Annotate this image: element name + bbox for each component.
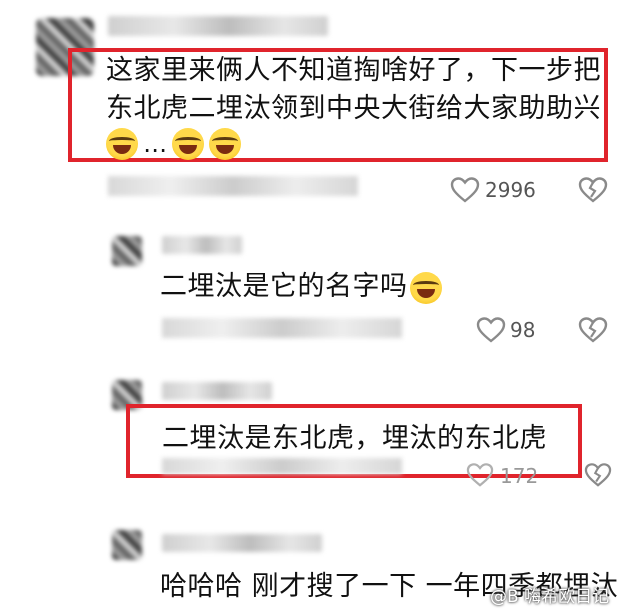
username[interactable] [162, 236, 242, 254]
laughing-crying-emoji-icon [209, 128, 242, 160]
avatar[interactable] [112, 530, 142, 560]
emoji-row: … [106, 128, 242, 162]
like-button[interactable] [476, 316, 506, 344]
username[interactable] [108, 16, 328, 36]
laughing-crying-emoji-icon [106, 128, 138, 160]
dislike-button[interactable] [578, 176, 608, 204]
broken-heart-icon [578, 176, 608, 204]
username[interactable] [162, 382, 272, 400]
comment-meta [162, 318, 402, 338]
like-button[interactable] [466, 462, 494, 488]
username[interactable] [162, 534, 322, 552]
comment-text-value: 二埋汰是它的名字吗 [160, 271, 408, 302]
like-count: 2996 [485, 178, 536, 202]
laughing-crying-emoji-icon [409, 271, 442, 304]
like-count: 98 [510, 318, 536, 342]
like-count: 172 [500, 464, 539, 488]
dislike-button[interactable] [578, 316, 608, 344]
comment-meta [108, 176, 358, 196]
dislike-button[interactable] [584, 462, 612, 488]
watermark: @B 嗨希欧日记 [490, 587, 610, 607]
comment-text: 二埋汰是东北虎，埋汰的东北虎 [162, 423, 547, 454]
comment-meta [162, 458, 402, 474]
comment-text: 二埋汰是它的名字吗 [160, 266, 442, 308]
comment-text-line-2: 东北虎二埋汰领到中央大街给大家助助兴 [106, 93, 601, 124]
broken-heart-icon [578, 316, 608, 344]
heart-icon [476, 316, 506, 344]
comment-text-line-1: 这家里来俩人不知道掏啥好了，下一步把 [106, 55, 601, 86]
heart-icon [466, 462, 494, 488]
heart-icon [450, 176, 480, 204]
laughing-crying-emoji-icon [172, 128, 205, 160]
avatar[interactable] [112, 236, 142, 266]
broken-heart-icon [584, 462, 612, 488]
like-button[interactable] [450, 176, 480, 204]
ellipsis: … [143, 130, 168, 158]
